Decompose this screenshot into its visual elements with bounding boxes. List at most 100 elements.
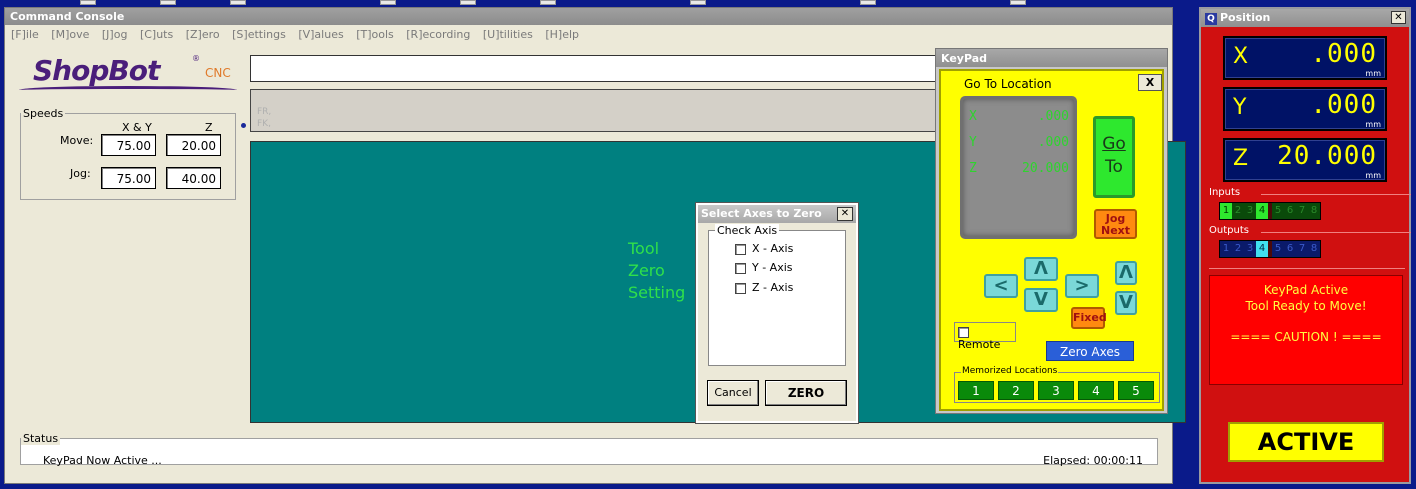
logo-registered-mark: ® [192,54,200,63]
elapsed-time: Elapsed: 00:00:11 [1043,454,1143,467]
desktop-icon[interactable] [230,0,246,5]
desktop-icon[interactable] [460,0,476,5]
output-7-indicator: 7 [1296,241,1308,257]
menu-utilities[interactable]: [U]tilities [483,28,533,41]
move-speed-label: Move: [60,134,94,147]
tool-zero-setting-text: Tool Zero Setting [628,238,685,304]
remote-checkbox[interactable]: Remote [954,322,1016,351]
jog-down-arrow-icon[interactable]: V [1024,288,1058,312]
keypad-titlebar[interactable]: KeyPad [936,49,1167,67]
y-axis-checkbox-row[interactable]: Y - Axis [735,261,793,274]
menu-values[interactable]: [V]alues [298,28,343,41]
memorized-location-5-button[interactable]: 5 [1118,381,1154,400]
goto-z-value[interactable]: 20.000 [1022,161,1069,176]
go-to-line: Go [1102,134,1126,154]
desktop-icon[interactable] [860,0,876,5]
checkbox-icon[interactable] [735,282,746,294]
desktop-background [0,0,1416,6]
active-button[interactable]: ACTIVE [1228,422,1384,462]
desktop-icon[interactable] [540,0,556,5]
position-titlebar[interactable]: Q Position [1201,9,1409,27]
logo-swoosh [19,86,237,94]
menu-settings[interactable]: [S]ettings [232,28,286,41]
message-line: KeyPad Active [1263,283,1349,297]
move-xy-speed-field[interactable]: 75.00 [101,134,156,156]
menu-move[interactable]: [M]ove [51,28,89,41]
jog-z-speed-field[interactable]: 40.00 [166,167,221,189]
jog-speed-label: Jog: [70,167,91,180]
menu-jog[interactable]: [J]og [102,28,128,41]
desktop-icon[interactable] [1010,0,1026,5]
x-axis-checkbox-row[interactable]: X - Axis [735,242,793,255]
desktop-icon[interactable] [690,0,706,5]
goto-y-value[interactable]: .000 [1038,135,1069,150]
checkbox-icon[interactable] [735,262,746,274]
goto-x-row: X .000 [969,109,1069,124]
desktop-icon[interactable] [380,0,396,5]
menu-help[interactable]: [H]elp [545,28,579,41]
fixed-button[interactable]: Fixed [1071,307,1107,329]
jog-z-down-arrow-icon[interactable]: V [1115,291,1137,315]
command-input[interactable] [250,55,940,82]
tool-zero-line: Setting [628,283,686,302]
jog-left-arrow-icon[interactable]: < [984,274,1018,298]
menu-tools[interactable]: [T]ools [356,28,394,41]
goto-z-row: Z 20.000 [969,161,1069,176]
checkbox-icon[interactable] [735,243,746,255]
input-2-indicator: 2 [1232,203,1244,219]
input-8-indicator: 8 [1308,203,1320,219]
jog-right-arrow-icon[interactable]: > [1065,274,1099,298]
zero-button[interactable]: ZERO [765,380,847,406]
y-position-readout: Y .000 mm [1223,87,1387,131]
close-icon[interactable]: ✕ [1391,11,1406,24]
menu-zero[interactable]: [Z]ero [186,28,220,41]
output-3-indicator: 3 [1244,241,1256,257]
position-window: Q Position ✕ X .000 mm Y .000 mm Z 20.000… [1199,7,1411,484]
desktop-icon[interactable] [160,0,176,5]
x-axis-value: .000 [1310,39,1377,69]
move-z-speed-field[interactable]: 20.00 [166,134,221,156]
memorized-location-4-button[interactable]: 4 [1078,381,1114,400]
desktop-icon[interactable] [80,0,96,5]
input-6-indicator: 6 [1284,203,1296,219]
status-group: Status KeyPad Now Active ... Elapsed: 00… [20,432,1158,467]
dialog-titlebar[interactable]: Select Axes to Zero [698,205,856,223]
position-title: Position [1220,11,1271,24]
jog-next-button[interactable]: Jog Next [1094,209,1137,239]
memorized-location-3-button[interactable]: 3 [1038,381,1074,400]
outputs-indicator-row: 12345678 [1219,240,1321,258]
console-menubar: [F]ile [M]ove [J]og [C]uts [Z]ero [S]ett… [5,25,1172,45]
zero-axes-button[interactable]: Zero Axes [1046,341,1134,361]
console-title: Command Console [10,10,125,23]
menu-cuts[interactable]: [C]uts [140,28,173,41]
input-3-indicator: 3 [1244,203,1256,219]
z-position-readout: Z 20.000 mm [1223,138,1387,182]
go-to-button[interactable]: Go To [1093,116,1135,198]
jog-next-line: Next [1100,224,1131,237]
cancel-button[interactable]: Cancel [707,380,759,406]
menu-file[interactable]: [F]ile [11,28,39,41]
memorized-location-1-button[interactable]: 1 [958,381,994,400]
keypad-status-message: KeyPad Active Tool Ready to Move! ==== C… [1209,275,1403,385]
keypad-close-button[interactable]: X [1138,74,1162,91]
history-ghost-line: FR, [257,107,272,117]
goto-x-value[interactable]: .000 [1038,109,1069,124]
outputs-divider [1261,232,1411,233]
inputs-divider [1261,194,1411,195]
close-icon[interactable]: ✕ [837,207,853,221]
logo-cnc: CNC [205,66,231,80]
memorized-location-2-button[interactable]: 2 [998,381,1034,400]
input-7-indicator: 7 [1296,203,1308,219]
menu-recording[interactable]: [R]ecording [406,28,470,41]
console-titlebar[interactable]: Command Console [5,8,1172,25]
goto-z-label: Z [969,161,977,176]
jog-z-up-arrow-icon[interactable]: Λ [1115,261,1137,285]
checkbox-icon[interactable] [958,326,969,338]
bullet-marker [241,123,246,128]
remote-label: Remote [958,338,1001,351]
z-axis-checkbox-row[interactable]: Z - Axis [735,281,793,294]
jog-up-arrow-icon[interactable]: Λ [1024,257,1058,281]
speeds-legend: Speeds [23,107,64,120]
input-4-indicator: 4 [1256,203,1268,219]
jog-xy-speed-field[interactable]: 75.00 [101,167,156,189]
